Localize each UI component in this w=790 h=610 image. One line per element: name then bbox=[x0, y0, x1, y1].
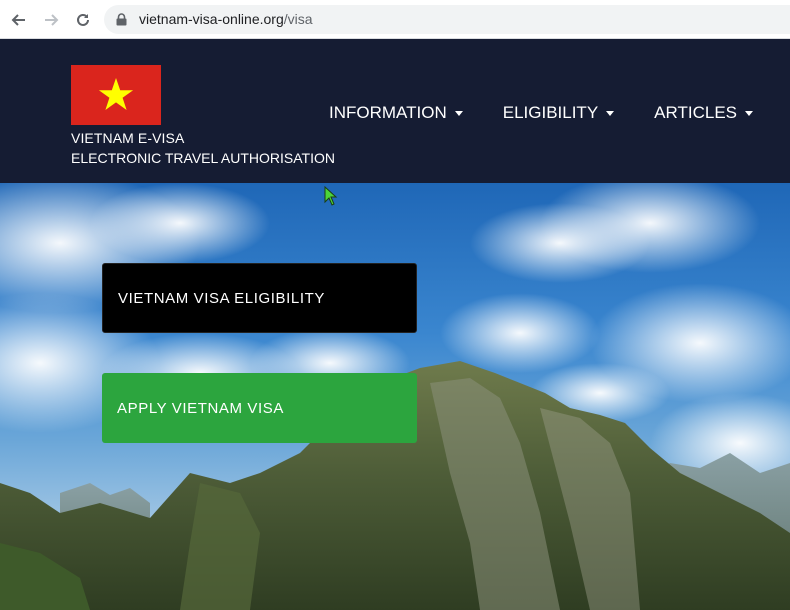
mouse-cursor-icon bbox=[324, 186, 338, 206]
arrow-right-icon bbox=[45, 14, 59, 26]
apply-visa-button[interactable]: APPLY VIETNAM VISA bbox=[102, 373, 417, 443]
url-path: /visa bbox=[283, 11, 313, 27]
reload-button[interactable] bbox=[72, 9, 94, 31]
back-button[interactable] bbox=[8, 9, 30, 31]
caret-down-icon bbox=[745, 110, 753, 116]
brand-subtitle[interactable]: ELECTRONIC TRAVEL AUTHORISATION bbox=[71, 150, 335, 166]
forward-button[interactable] bbox=[40, 9, 62, 31]
visa-eligibility-button[interactable]: VIETNAM VISA ELIGIBILITY bbox=[102, 263, 417, 333]
main-nav: INFORMATION ELIGIBILITY ARTICLES FA bbox=[329, 103, 790, 123]
url-host: vietnam-visa-online.org bbox=[139, 11, 284, 27]
nav-label: ELIGIBILITY bbox=[502, 103, 599, 122]
reload-icon bbox=[77, 13, 89, 26]
caret-down-icon bbox=[606, 110, 615, 116]
hero-banner: VIETNAM VISA ELIGIBILITY APPLY VIETNAM V… bbox=[0, 183, 790, 610]
nav-information[interactable]: INFORMATION bbox=[329, 103, 463, 123]
address-bar[interactable]: vietnam-visa-online.org/visa bbox=[104, 5, 790, 34]
nav-label: ARTICLES bbox=[654, 103, 737, 122]
lock-icon bbox=[116, 13, 127, 26]
nav-label: INFORMATION bbox=[329, 103, 447, 122]
caret-down-icon bbox=[454, 110, 463, 116]
arrow-left-icon bbox=[11, 14, 25, 26]
nav-articles[interactable]: ARTICLES bbox=[654, 103, 753, 123]
vietnam-flag-logo[interactable] bbox=[71, 65, 161, 125]
brand-title[interactable]: VIETNAM E-VISA bbox=[71, 130, 184, 146]
url-text: vietnam-visa-online.org/visa bbox=[139, 11, 313, 27]
site-header: VIETNAM E-VISA ELECTRONIC TRAVEL AUTHORI… bbox=[0, 39, 790, 183]
star-icon bbox=[98, 78, 134, 110]
nav-eligibility[interactable]: ELIGIBILITY bbox=[502, 103, 615, 123]
browser-toolbar: vietnam-visa-online.org/visa bbox=[0, 0, 790, 39]
